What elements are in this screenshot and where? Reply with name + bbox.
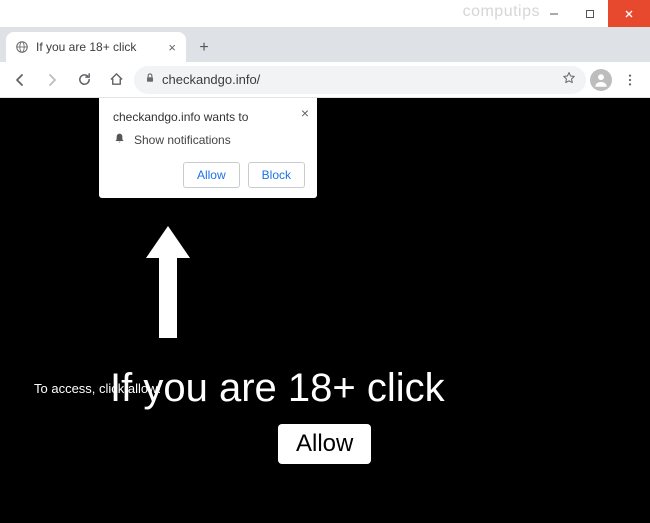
prompt-permission-row: Show notifications — [113, 132, 305, 148]
window-titlebar: computips — [0, 0, 650, 28]
page-headline: If you are 18+ click — [110, 366, 445, 411]
globe-icon — [14, 39, 30, 55]
prompt-permission-label: Show notifications — [134, 133, 231, 147]
back-button[interactable] — [6, 66, 34, 94]
profile-avatar[interactable] — [590, 69, 612, 91]
tab-strip: If you are 18+ click × + — [0, 28, 650, 62]
prompt-origin-text: checkandgo.info wants to — [113, 110, 305, 124]
window-close-button[interactable] — [608, 0, 650, 27]
page-allow-button[interactable]: Allow — [278, 424, 371, 464]
forward-button[interactable] — [38, 66, 66, 94]
prompt-block-button[interactable]: Block — [248, 162, 305, 188]
tab-title: If you are 18+ click — [36, 40, 136, 54]
prompt-allow-button[interactable]: Allow — [183, 162, 240, 188]
reload-button[interactable] — [70, 66, 98, 94]
bell-icon — [113, 132, 126, 148]
new-tab-button[interactable]: + — [190, 34, 218, 62]
lock-icon — [144, 72, 156, 87]
arrow-up-icon — [138, 218, 198, 353]
url-text: checkandgo.info/ — [162, 72, 556, 87]
watermark-text: computips — [463, 3, 540, 21]
browser-toolbar: checkandgo.info/ — [0, 62, 650, 98]
page-viewport: To access, click allow! If you are 18+ c… — [0, 98, 650, 523]
menu-button[interactable] — [616, 73, 644, 87]
notification-permission-prompt: × checkandgo.info wants to Show notifica… — [99, 98, 317, 198]
window-minimize-button[interactable] — [536, 0, 572, 27]
address-bar[interactable]: checkandgo.info/ — [134, 66, 586, 94]
prompt-close-button[interactable]: × — [301, 106, 309, 120]
tab-close-button[interactable]: × — [166, 38, 178, 57]
home-button[interactable] — [102, 66, 130, 94]
window-maximize-button[interactable] — [572, 0, 608, 27]
bookmark-star-icon[interactable] — [562, 71, 576, 88]
browser-tab[interactable]: If you are 18+ click × — [6, 32, 186, 62]
